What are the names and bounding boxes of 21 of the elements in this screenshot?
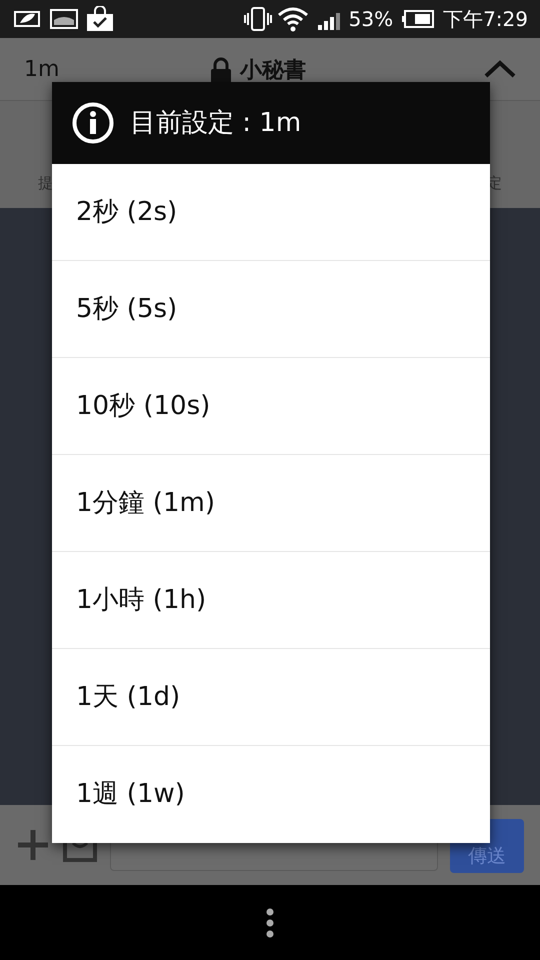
plus-icon[interactable] <box>16 828 50 862</box>
battery-saver-icon <box>12 8 42 30</box>
battery-icon <box>401 9 436 29</box>
image-icon <box>50 8 78 30</box>
option-item[interactable]: 2秒 (2s) <box>52 164 490 261</box>
chat-title: 小秘書 <box>240 57 306 85</box>
clock: 下午7:29 <box>443 6 528 33</box>
option-item[interactable]: 5秒 (5s) <box>52 261 490 358</box>
shopping-bag-icon <box>86 6 114 32</box>
menu-icon[interactable] <box>265 908 275 938</box>
info-icon <box>72 102 114 144</box>
interval-label[interactable]: 1m <box>24 52 60 86</box>
option-item[interactable]: 1天 (1d) <box>52 649 490 746</box>
vibrate-icon <box>242 6 273 32</box>
wifi-icon <box>276 6 309 32</box>
battery-percent: 53% <box>348 6 394 33</box>
option-item[interactable]: 1分鐘 (1m) <box>52 455 490 552</box>
collapse-chevron-icon[interactable] <box>484 59 516 79</box>
option-item[interactable]: 1小時 (1h) <box>52 552 490 649</box>
option-item[interactable]: 10秒 (10s) <box>52 358 490 455</box>
dialog-title: 目前設定 : 1m <box>130 106 302 140</box>
